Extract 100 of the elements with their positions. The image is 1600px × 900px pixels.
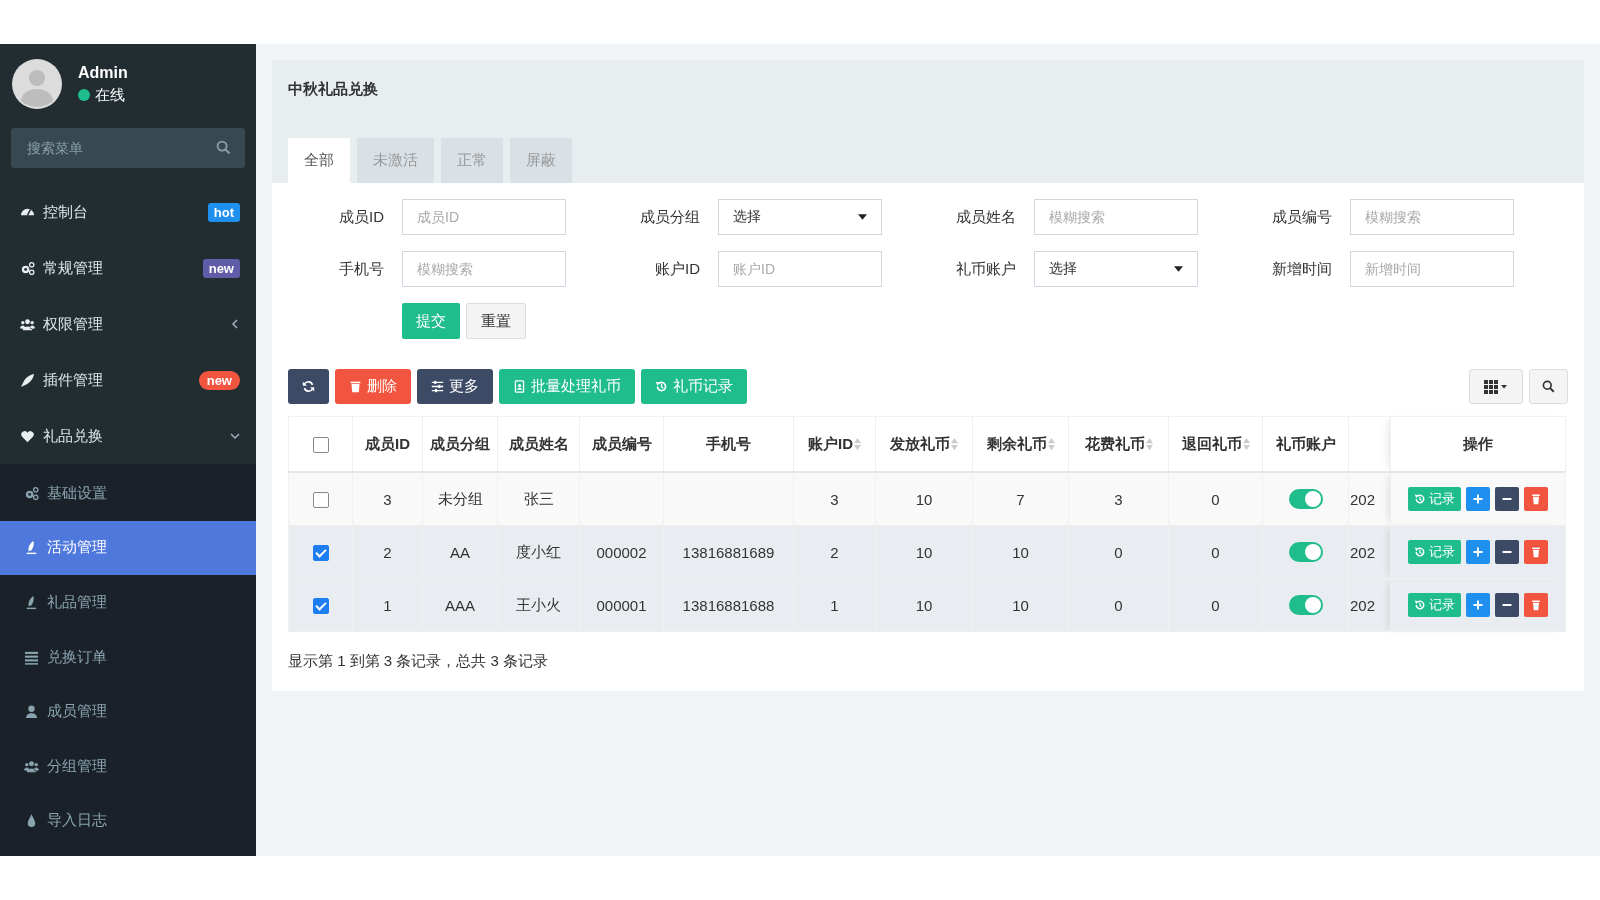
menu-badge: new	[202, 258, 240, 278]
table-cell: 0	[1211, 596, 1220, 614]
pen-icon	[24, 595, 39, 610]
grid-icon	[1482, 379, 1510, 394]
refresh-button[interactable]	[288, 369, 329, 404]
trash-icon	[349, 380, 362, 393]
sidebar-item[interactable]: 控制台 hot	[0, 184, 256, 240]
add-button[interactable]	[1466, 487, 1490, 511]
table-cell: 10	[915, 543, 933, 561]
search-icon	[1542, 380, 1555, 393]
submenu-item[interactable]: 分组管理	[0, 738, 256, 794]
column-header: 礼币账户	[1275, 434, 1336, 454]
table-cell: 张三	[523, 489, 554, 507]
delete-button[interactable]: 删除	[335, 369, 411, 404]
input-field[interactable]: 账户ID	[718, 251, 882, 287]
submenu-item[interactable]: 成员管理	[0, 684, 256, 739]
select-field[interactable]: 选择	[718, 199, 882, 235]
field-label: 手机号	[338, 259, 385, 279]
select-all-checkbox[interactable]	[312, 437, 329, 453]
table-cell: 202	[1350, 490, 1376, 508]
search-icon	[216, 140, 231, 155]
field-label: 成员姓名	[955, 207, 1017, 227]
input-field[interactable]: 模糊搜索	[1350, 199, 1514, 235]
column-header: 发放礼币	[890, 434, 958, 454]
minus-button[interactable]	[1495, 540, 1519, 564]
field-label: 新增时间	[1271, 259, 1333, 279]
search-button[interactable]	[1529, 369, 1568, 404]
heart-icon	[20, 428, 35, 444]
plus-icon	[1472, 546, 1484, 558]
history-icon	[1414, 546, 1426, 558]
minus-button[interactable]	[1495, 593, 1519, 617]
delete-button[interactable]	[1524, 487, 1548, 511]
menu-badge: new	[198, 370, 240, 390]
caret-icon	[1174, 266, 1183, 272]
row-checkbox[interactable]	[312, 492, 329, 508]
plus-icon	[1472, 493, 1484, 505]
submenu-item[interactable]: 活动管理	[0, 520, 256, 576]
table-cell: 13816881688	[682, 596, 775, 614]
sliders-icon	[431, 380, 444, 393]
column-header: 成员编号	[591, 434, 652, 454]
menu-search-field[interactable]: 搜索菜单	[11, 128, 245, 168]
column-header: 花费礼币	[1084, 434, 1153, 454]
add-button[interactable]	[1466, 593, 1490, 617]
sidebar-item[interactable]: 礼品兑换	[0, 408, 256, 464]
table-cell: 0	[1211, 490, 1220, 508]
id-card-icon	[513, 380, 526, 393]
table-cell: AA	[450, 543, 470, 561]
table-cell: 度小红	[516, 542, 561, 560]
user-name: Admin	[78, 63, 128, 82]
minus-button[interactable]	[1495, 487, 1519, 511]
column-header: 操作	[1463, 434, 1493, 454]
column-header: 成员姓名	[508, 434, 569, 454]
menu-badge: hot	[207, 202, 240, 222]
add-button[interactable]	[1466, 540, 1490, 564]
table-cell: 王小火	[516, 595, 561, 613]
submenu-item[interactable]: 导入日志	[0, 793, 256, 849]
trash-icon	[1530, 599, 1542, 611]
toggle-switch[interactable]	[1288, 542, 1323, 562]
input-field[interactable]: 新增时间	[1350, 251, 1514, 287]
gears-icon	[24, 485, 39, 501]
submenu-item[interactable]: 礼品管理	[0, 575, 256, 630]
sidebar-item[interactable]: 插件管理 new	[0, 352, 256, 408]
table-cell: 13816881689	[682, 543, 775, 561]
field-label: 成员编号	[1271, 207, 1333, 227]
table-cell: 202	[1350, 543, 1376, 561]
table-cell: 0	[1114, 543, 1123, 561]
gears-icon	[20, 260, 35, 276]
user-icon	[24, 704, 39, 720]
sidebar-item[interactable]: 常规管理 new	[0, 240, 256, 296]
row-checkbox[interactable]	[312, 598, 329, 614]
more-button[interactable]: 更多	[417, 369, 493, 404]
table-cell: 1	[383, 596, 392, 614]
filter-tab[interactable]: 全部	[288, 138, 350, 183]
delete-button[interactable]	[1524, 540, 1548, 564]
table-cell: 000001	[596, 596, 647, 614]
reset-button[interactable]: 重置	[466, 303, 526, 339]
columns-button[interactable]	[1469, 369, 1523, 404]
table-cell: 10	[915, 596, 933, 614]
table-cell: 7	[1016, 490, 1025, 508]
field-label: 成员ID	[338, 207, 385, 227]
input-field[interactable]: 模糊搜索	[1034, 199, 1198, 235]
input-field[interactable]: 成员ID	[402, 199, 566, 235]
list-icon	[24, 649, 39, 665]
table-cell: 10	[915, 490, 933, 508]
delete-button[interactable]	[1524, 593, 1548, 617]
select-field[interactable]: 选择	[1034, 251, 1198, 287]
table-cell: 2	[830, 543, 839, 561]
toggle-switch[interactable]	[1288, 595, 1323, 615]
table-cell: 1	[830, 596, 839, 614]
row-checkbox[interactable]	[312, 545, 329, 561]
plus-icon	[1472, 599, 1484, 611]
submenu-item[interactable]: 基础设置	[0, 466, 256, 521]
users-icon	[20, 316, 35, 332]
toggle-switch[interactable]	[1288, 489, 1323, 509]
input-field[interactable]: 模糊搜索	[402, 251, 566, 287]
refresh-icon	[302, 380, 315, 393]
column-header: 成员ID	[365, 434, 410, 454]
sidebar-item[interactable]: 权限管理	[0, 296, 256, 352]
submenu-item[interactable]: 兑换订单	[0, 629, 256, 685]
table-cell: 10	[1012, 596, 1029, 614]
